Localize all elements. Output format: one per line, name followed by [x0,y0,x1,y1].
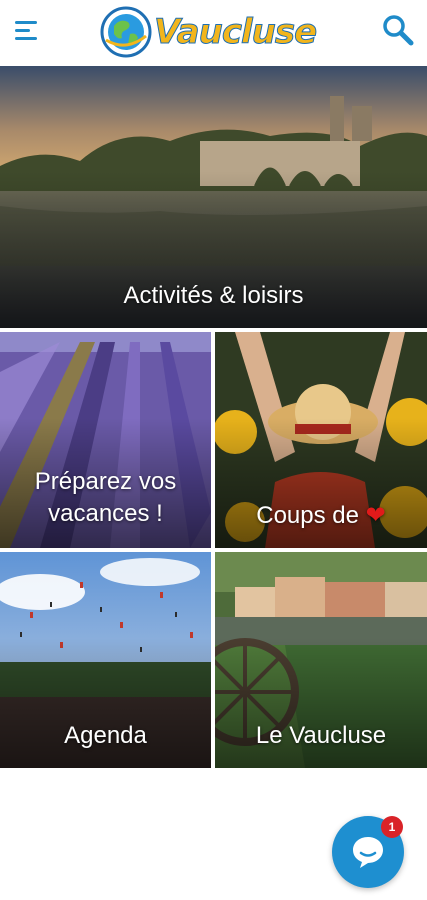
logo-text: Vaucluse [153,12,317,53]
tile-coups-de-coeur[interactable]: Coups de ❤ [215,332,427,548]
tile-label: Préparez vos vacances ! [0,466,211,530]
tile-label: Le Vaucluse [255,722,387,749]
heart-icon: ❤ [365,502,386,529]
app-header: Vaucluse [0,0,427,66]
tile-label-line2: vacances ! [48,500,163,527]
search-icon[interactable] [380,12,416,48]
tile-le-vaucluse[interactable]: Le Vaucluse [215,552,427,768]
globe-icon [100,6,152,58]
tile-label: Agenda [64,722,147,749]
tile-activites-loisirs[interactable]: Activités & loisirs [0,66,427,328]
tile-label: Coups de ❤ [215,500,427,532]
tile-preparez-vacances[interactable]: Préparez vos vacances ! [0,332,211,548]
vaucluse-logo[interactable]: Vaucluse [100,6,336,58]
hamburger-menu-icon[interactable] [12,16,42,46]
chat-bubble-icon [353,837,383,868]
tile-label: Activités & loisirs [123,282,304,309]
tile-label-line1: Préparez vos [34,468,177,495]
tile-label-text: Coups de [256,502,359,529]
tile-agenda[interactable]: Agenda [0,552,211,768]
notification-badge: 1 [381,816,403,838]
